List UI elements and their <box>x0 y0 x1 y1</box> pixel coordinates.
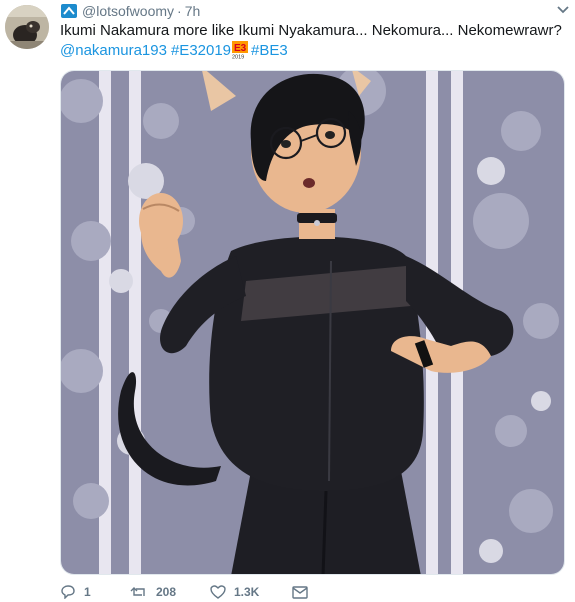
e3-logo-icon: E3 2019 <box>232 40 249 59</box>
tweet-image[interactable] <box>60 70 565 575</box>
reply-icon <box>61 585 75 599</box>
badge-icon <box>60 4 77 19</box>
tweet-text: Ikumi Nakamura more like Ikumi Nyakamura… <box>60 22 562 39</box>
hashtag-be3[interactable]: #BE3 <box>251 40 288 61</box>
retweet-button[interactable]: 208 <box>130 585 210 599</box>
retweet-count: 208 <box>156 585 177 599</box>
svg-text:2019: 2019 <box>232 54 244 59</box>
retweet-icon <box>130 587 145 596</box>
cat-girl-illustration <box>61 71 564 574</box>
hashtag-e32019[interactable]: #E32019 <box>171 40 231 61</box>
like-button[interactable]: 1.3K <box>210 585 292 599</box>
chevron-down-icon[interactable] <box>556 3 570 17</box>
svg-text:E3: E3 <box>234 43 247 54</box>
like-count: 1.3K <box>234 585 260 599</box>
dm-button[interactable] <box>292 585 316 599</box>
avatar[interactable] <box>5 5 49 49</box>
reply-button[interactable]: 1 <box>60 585 130 599</box>
like-icon <box>210 585 226 599</box>
reply-count: 1 <box>84 585 91 599</box>
username[interactable]: @lotsofwoomy <box>82 3 174 19</box>
separator: · <box>177 3 182 19</box>
tweet-tags: @nakamura193 #E32019 E3 2019 #BE3 <box>60 40 292 61</box>
timestamp[interactable]: 7h <box>185 3 201 19</box>
tweet-header: @lotsofwoomy · 7h <box>60 1 565 21</box>
tweet-actions: 1 208 1.3K <box>60 582 500 602</box>
mention-link[interactable]: @nakamura193 <box>60 40 167 61</box>
dm-icon <box>292 585 308 599</box>
avatar-image <box>5 5 49 49</box>
